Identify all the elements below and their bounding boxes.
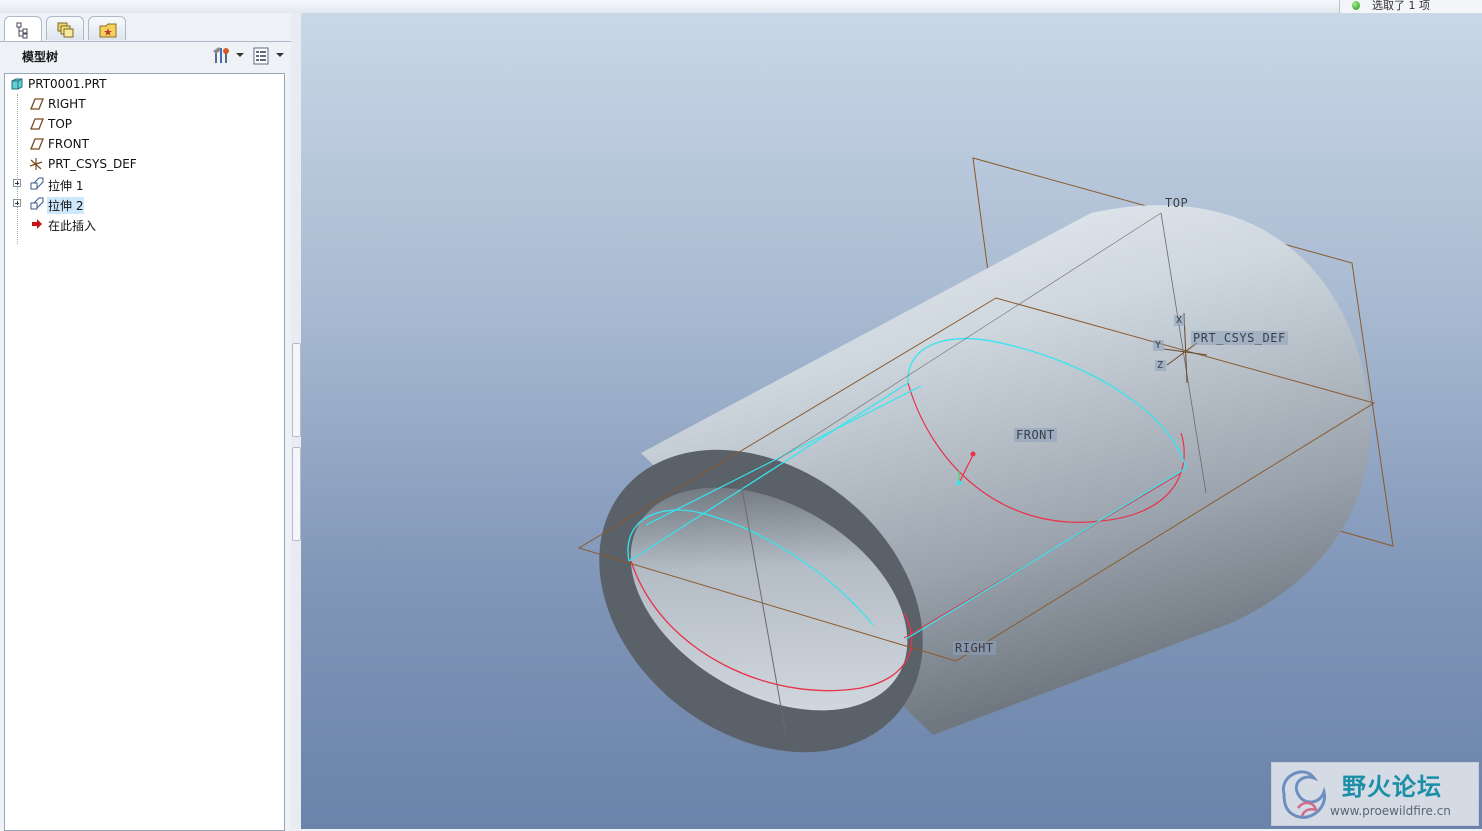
forum-watermark: 野火论坛 www.proewildfire.cn (1271, 762, 1479, 826)
tree-item-label: TOP (48, 117, 73, 131)
model-tree-title: 模型树 (22, 50, 59, 64)
expand-icon[interactable] (13, 179, 21, 187)
tree-item-label: 拉伸 1 (48, 179, 84, 193)
insert-arrow-icon (32, 219, 42, 229)
model-tree[interactable]: PRT0001.PRT RIGHT TOP FRONT PRT_CSYS_DEF (4, 73, 285, 831)
csys-axis-x: X (1174, 315, 1185, 326)
tree-settings-button[interactable] (212, 46, 244, 66)
csys-axis-z: Z (1155, 360, 1166, 371)
layer-tab[interactable] (46, 16, 84, 40)
tree-item-label: 拉伸 2 (47, 197, 85, 214)
model-scene (577, 157, 1394, 753)
splitter-handle-lower[interactable] (292, 447, 301, 541)
selection-status-text: 选取了 1 项 (1372, 0, 1430, 12)
selection-status: 选取了 1 项 (1339, 0, 1482, 13)
tree-item-label: PRT0001.PRT (28, 77, 107, 91)
graphics-viewport[interactable]: TOP FRONT RIGHT PRT_CSYS_DEF X Y Z (301, 13, 1482, 829)
csys-label: PRT_CSYS_DEF (1191, 331, 1288, 345)
datum-plane-icon (30, 138, 44, 150)
tree-item-part[interactable]: PRT0001.PRT (5, 74, 282, 94)
navigator-panel: 模型树 PRT0001.PRT RIGHT TOP FRONT PRT_CSYS… (0, 13, 291, 831)
watermark-url: www.proewildfire.cn (1330, 804, 1451, 818)
datum-plane-icon (30, 118, 44, 130)
tree-item-top[interactable]: TOP (5, 114, 282, 134)
status-led-icon (1352, 1, 1360, 10)
model-tree-tab[interactable] (4, 16, 42, 42)
tree-settings-icon (213, 47, 229, 63)
extrude-icon (30, 177, 44, 190)
tree-item-label: RIGHT (48, 97, 86, 111)
csys-icon (29, 158, 43, 170)
top-toolbar-strip: 选取了 1 项 (0, 0, 1482, 14)
tab-divider (0, 41, 291, 42)
tree-item-extrude-2[interactable]: 拉伸 2 (5, 194, 282, 214)
folder-star-icon (99, 23, 117, 38)
tree-filter-icon (253, 47, 269, 65)
expand-icon[interactable] (13, 199, 21, 207)
tree-item-label: PRT_CSYS_DEF (48, 157, 137, 171)
plane-label-top: TOP (1165, 196, 1189, 210)
favorites-tab[interactable] (88, 16, 126, 40)
flame-logo-icon (1281, 770, 1327, 819)
splitter-handle-upper[interactable] (292, 343, 301, 437)
tree-item-csys[interactable]: PRT_CSYS_DEF (5, 154, 282, 174)
csys-axis-y: Y (1153, 340, 1164, 351)
tree-item-label: FRONT (48, 137, 89, 151)
extrude-icon (30, 197, 44, 210)
tree-item-right[interactable]: RIGHT (5, 94, 282, 114)
datum-plane-icon (30, 98, 44, 110)
tree-icon (16, 22, 28, 39)
watermark-title: 野火论坛 (1342, 773, 1442, 801)
plane-label-right: RIGHT (953, 641, 996, 655)
chevron-down-icon (276, 53, 284, 57)
chevron-down-icon (236, 53, 244, 57)
tree-item-insert-here[interactable]: 在此插入 (5, 214, 282, 234)
tree-item-extrude-1[interactable]: 拉伸 1 (5, 174, 282, 194)
tree-filter-button[interactable] (252, 46, 284, 66)
panel-splitter[interactable] (291, 13, 301, 829)
tree-item-label: 在此插入 (48, 219, 97, 233)
plane-label-front: FRONT (1014, 428, 1057, 442)
layers-icon (57, 22, 74, 38)
tree-item-front[interactable]: FRONT (5, 134, 282, 154)
part-icon (11, 78, 23, 90)
